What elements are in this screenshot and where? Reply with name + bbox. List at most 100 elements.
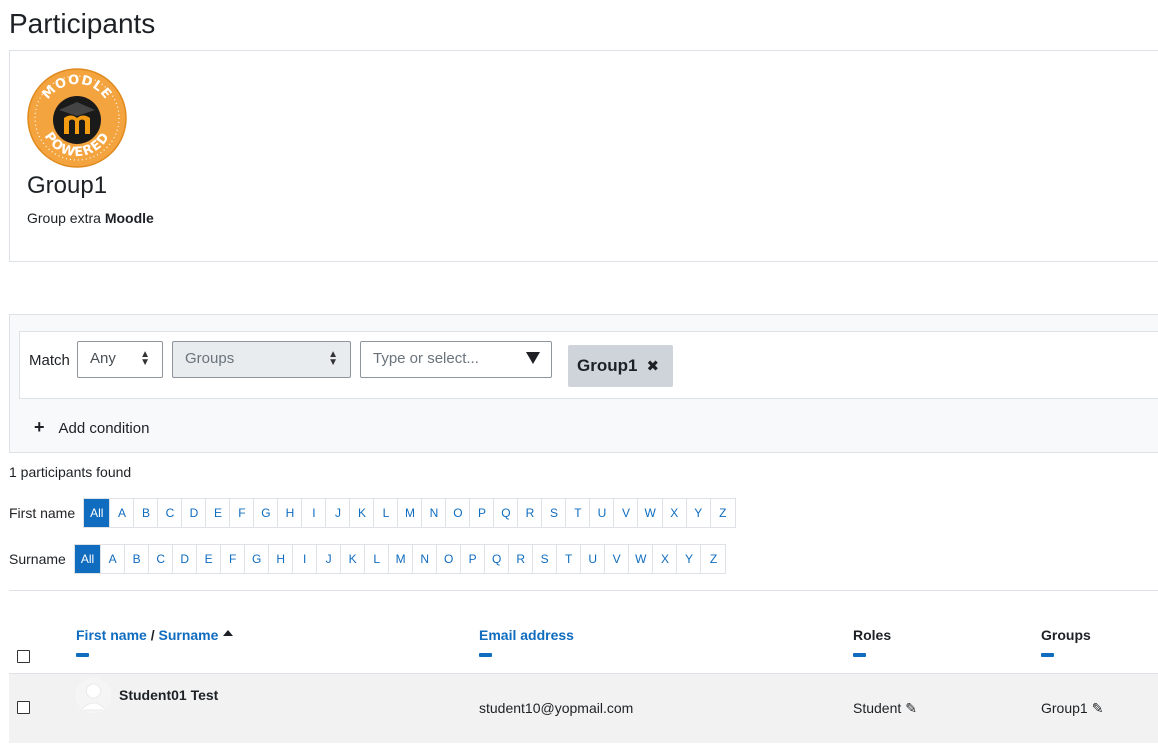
surname-initial-b[interactable]: B	[125, 545, 150, 573]
moodle-powered-logo: MOODLE POWERED	[27, 68, 127, 168]
add-condition-button[interactable]: + Add condition	[34, 417, 149, 438]
first-name-initials-label: First name	[9, 505, 76, 521]
first-name-initial-r[interactable]: R	[518, 499, 543, 527]
sort-email-link[interactable]: Email address	[479, 627, 574, 643]
first-name-initial-m[interactable]: M	[398, 499, 423, 527]
remove-chip-icon[interactable]: ✖	[646, 358, 659, 375]
first-name-initial-c[interactable]: C	[158, 499, 183, 527]
dropdown-triangle-icon[interactable]	[526, 352, 540, 364]
match-select-value: Any	[90, 350, 116, 367]
first-name-initial-w[interactable]: W	[638, 499, 663, 527]
surname-initial-m[interactable]: M	[389, 545, 414, 573]
surname-initial-u[interactable]: U	[581, 545, 606, 573]
first-name-initial-f[interactable]: F	[230, 499, 255, 527]
first-name-initial-z[interactable]: Z	[711, 499, 735, 527]
first-name-initial-e[interactable]: E	[206, 499, 231, 527]
sort-ascending-icon	[223, 630, 234, 636]
sort-surname-link[interactable]: Surname	[158, 627, 218, 643]
first-name-initials-bar: First name All A B C D E F G H I J K L M N O P Q R S T U V W X Y Z	[9, 498, 736, 528]
first-name-initial-v[interactable]: V	[614, 499, 639, 527]
surname-initial-k[interactable]: K	[341, 545, 366, 573]
match-label: Match	[29, 352, 70, 369]
surname-initial-s[interactable]: S	[533, 545, 558, 573]
filter-value-autocomplete[interactable]: Type or select...	[360, 341, 552, 378]
surname-initial-c[interactable]: C	[149, 545, 174, 573]
surname-initial-r[interactable]: R	[509, 545, 534, 573]
sort-first-name-link[interactable]: First name	[76, 627, 147, 643]
surname-initial-w[interactable]: W	[629, 545, 654, 573]
match-select[interactable]: Any ▲ ▼	[77, 341, 163, 378]
surname-initial-z[interactable]: Z	[701, 545, 725, 573]
first-name-initial-s[interactable]: S	[542, 499, 567, 527]
surname-initial-i[interactable]: I	[293, 545, 318, 573]
surname-initial-t[interactable]: T	[557, 545, 582, 573]
first-name-initial-o[interactable]: O	[446, 499, 471, 527]
user-avatar[interactable]	[76, 678, 111, 713]
first-name-initial-p[interactable]: P	[470, 499, 495, 527]
roles-header-label: Roles	[853, 627, 892, 643]
first-name-initial-l[interactable]: L	[374, 499, 399, 527]
first-name-initial-b[interactable]: B	[134, 499, 159, 527]
surname-initial-g[interactable]: G	[245, 545, 270, 573]
surname-initial-h[interactable]: H	[269, 545, 294, 573]
surname-initial-f[interactable]: F	[221, 545, 246, 573]
first-name-initial-g[interactable]: G	[254, 499, 279, 527]
role-label: Student	[853, 700, 902, 716]
edit-groups-pencil-icon[interactable]: ✎	[1092, 700, 1104, 717]
select-arrows-icon: ▲ ▼	[328, 349, 338, 368]
collapse-column-icon[interactable]	[479, 653, 492, 657]
edit-role-pencil-icon[interactable]: ✎	[905, 700, 917, 717]
first-name-initial-k[interactable]: K	[350, 499, 375, 527]
surname-initial-y[interactable]: Y	[677, 545, 702, 573]
surname-initial-x[interactable]: X	[653, 545, 678, 573]
first-name-initial-h[interactable]: H	[278, 499, 303, 527]
surname-initial-o[interactable]: O	[437, 545, 462, 573]
first-name-initial-n[interactable]: N	[422, 499, 447, 527]
participants-count: 1 participants found	[9, 464, 132, 480]
surname-initial-n[interactable]: N	[413, 545, 438, 573]
group-info-card: MOODLE POWERED Group1 Group extra Moodle	[9, 50, 1158, 262]
surname-initials-label: Surname	[9, 551, 66, 567]
surname-initial-l[interactable]: L	[365, 545, 390, 573]
row-select-checkbox[interactable]	[17, 701, 30, 714]
select-arrows-icon: ▲ ▼	[140, 349, 150, 368]
first-name-initial-t[interactable]: T	[566, 499, 591, 527]
surname-initial-v[interactable]: V	[605, 545, 630, 573]
header-slash: /	[146, 627, 159, 643]
autocomplete-placeholder: Type or select...	[373, 350, 479, 367]
first-name-initial-i[interactable]: I	[302, 499, 327, 527]
surname-initial-d[interactable]: D	[173, 545, 198, 573]
first-name-initial-y[interactable]: Y	[687, 499, 711, 527]
first-name-initial-x[interactable]: X	[663, 499, 687, 527]
plus-icon: +	[34, 417, 45, 437]
first-name-initial-q[interactable]: Q	[494, 499, 519, 527]
group-description-bold: Moodle	[104, 210, 154, 226]
selected-group-chip[interactable]: Group1 ✖	[568, 345, 673, 387]
page-title: Participants	[9, 8, 156, 39]
collapse-column-icon[interactable]	[853, 653, 866, 657]
filter-panel: Match Any ▲ ▼ Groups ▲ ▼ Type or select...…	[9, 314, 1158, 453]
collapse-column-icon[interactable]	[1041, 653, 1054, 657]
participant-role: Student ✎	[853, 700, 917, 717]
first-name-initial-a[interactable]: A	[110, 499, 135, 527]
participant-name-link[interactable]: Student01 Test	[119, 687, 218, 703]
surname-initial-e[interactable]: E	[197, 545, 222, 573]
surname-initial-j[interactable]: J	[317, 545, 342, 573]
surname-initial-all[interactable]: All	[74, 545, 102, 573]
first-name-initial-all[interactable]: All	[84, 499, 111, 527]
surname-initial-p[interactable]: P	[461, 545, 486, 573]
surname-initial-q[interactable]: Q	[485, 545, 510, 573]
column-header-roles: Roles	[853, 627, 891, 657]
first-name-initial-j[interactable]: J	[326, 499, 351, 527]
surname-initial-a[interactable]: A	[101, 545, 126, 573]
groups-header-label: Groups	[1041, 627, 1091, 643]
filter-type-select[interactable]: Groups ▲ ▼	[172, 341, 351, 378]
first-name-initial-d[interactable]: D	[182, 499, 207, 527]
first-name-initial-u[interactable]: U	[590, 499, 615, 527]
collapse-column-icon[interactable]	[76, 653, 89, 657]
divider	[9, 590, 1158, 591]
group-name: Group1	[27, 172, 108, 199]
add-condition-label: Add condition	[58, 420, 150, 437]
participant-groups: Group1 ✎	[1041, 700, 1103, 717]
select-all-checkbox[interactable]	[17, 650, 30, 663]
